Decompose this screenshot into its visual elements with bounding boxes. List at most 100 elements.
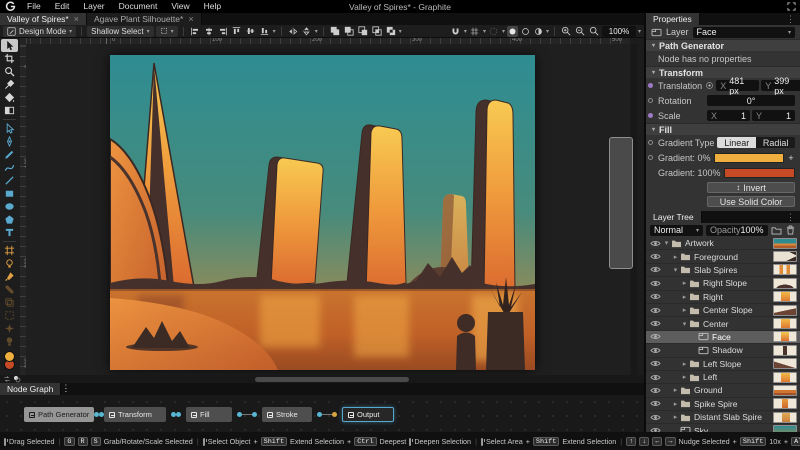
layer-row-face[interactable]: Face: [646, 330, 800, 345]
layer-row-left[interactable]: ▸ Left: [646, 370, 800, 385]
use-solid-color-button[interactable]: Use Solid Color: [707, 196, 795, 207]
menu-file[interactable]: File: [20, 0, 48, 13]
align-left-icon[interactable]: [189, 26, 201, 37]
boolean-intersect-icon[interactable]: [371, 26, 383, 37]
document-tab[interactable]: Valley of Spires* ×: [0, 13, 87, 25]
rotation-field[interactable]: 0°: [707, 95, 795, 106]
tab-node-graph[interactable]: Node Graph: [0, 383, 62, 395]
patch-tool[interactable]: [1, 309, 18, 322]
visibility-eye-icon[interactable]: [650, 306, 662, 315]
visibility-eye-icon[interactable]: [650, 265, 662, 274]
align-middle-icon[interactable]: [245, 26, 257, 37]
tab-close-icon[interactable]: ×: [188, 14, 193, 24]
opacity-field[interactable]: Opacity 100%: [705, 224, 768, 236]
snapping-dropdown-chevron[interactable]: ▾: [464, 28, 467, 35]
view-mode-outline-icon[interactable]: [520, 26, 531, 37]
working-fill-color[interactable]: [4, 351, 15, 362]
node-stroke[interactable]: Stroke: [262, 407, 312, 422]
imaginate-tool[interactable]: [1, 257, 18, 270]
delete-layer-icon[interactable]: [785, 225, 796, 236]
document-tab[interactable]: Agave Plant Silhouette* ×: [87, 13, 202, 25]
tab-properties[interactable]: Properties: [646, 13, 700, 25]
overlays-dropdown-chevron[interactable]: ▾: [502, 28, 505, 35]
flip-horizontal-icon[interactable]: [287, 26, 299, 37]
new-folder-icon[interactable]: [771, 225, 782, 236]
gradient-stop-0-socket[interactable]: [648, 155, 653, 160]
swap-working-colors-icon[interactable]: [3, 375, 11, 383]
menu-view[interactable]: View: [164, 0, 196, 13]
view-mode-normal-icon[interactable]: [506, 25, 518, 37]
expand-arrow-icon[interactable]: ▸: [680, 306, 689, 314]
view-mode-pixels-icon[interactable]: [533, 26, 544, 37]
input-port[interactable]: [252, 412, 257, 417]
align-dropdown-chevron[interactable]: ▾: [273, 28, 276, 35]
visibility-eye-icon[interactable]: [650, 319, 662, 328]
visibility-eye-icon[interactable]: [650, 279, 662, 288]
design-mode-dropdown[interactable]: Design Mode ▾: [3, 25, 77, 37]
visibility-eye-icon[interactable]: [650, 239, 662, 248]
section-fill[interactable]: ▾ Fill: [646, 123, 800, 135]
flip-vertical-icon[interactable]: [301, 26, 313, 37]
boolean-subtract-front-icon[interactable]: [343, 26, 355, 37]
relight-tool[interactable]: [1, 335, 18, 348]
grid-dropdown-chevron[interactable]: ▾: [483, 28, 486, 35]
freehand-tool[interactable]: [1, 148, 18, 161]
expand-arrow-icon[interactable]: ▸: [680, 360, 689, 368]
node-output[interactable]: Output: [342, 407, 394, 422]
visibility-eye-icon[interactable]: [650, 292, 662, 301]
rotation-socket[interactable]: [648, 98, 653, 103]
zoom-reset-icon[interactable]: [588, 26, 600, 37]
zoom-dropdown-chevron[interactable]: ▾: [638, 28, 641, 35]
expand-arrow-icon[interactable]: ▸: [671, 386, 680, 394]
expand-arrow-icon[interactable]: ▸: [680, 279, 689, 287]
rectangle-tool[interactable]: [1, 187, 18, 200]
line-tool[interactable]: [1, 174, 18, 187]
clone-tool[interactable]: [1, 296, 18, 309]
visibility-eye-icon[interactable]: [650, 359, 662, 368]
layer-row-left-slope[interactable]: ▸ Left Slope: [646, 357, 800, 371]
menu-layer[interactable]: Layer: [76, 0, 111, 13]
path-tool[interactable]: [1, 122, 18, 135]
layer-row-shadow[interactable]: Shadow: [646, 344, 800, 358]
node-path-generator[interactable]: Path Generator: [24, 407, 94, 422]
view-mode-dropdown-chevron[interactable]: ▾: [546, 28, 549, 35]
polygon-tool[interactable]: [1, 213, 18, 226]
brush-tool[interactable]: [1, 270, 18, 283]
scale-x-field[interactable]: X1: [707, 110, 750, 121]
gradient-type-socket[interactable]: [648, 140, 653, 145]
right-slab-spire-layer[interactable]: [470, 99, 516, 292]
menu-edit[interactable]: Edit: [48, 0, 77, 13]
boolean-difference-icon[interactable]: [385, 26, 397, 37]
navigate-tool[interactable]: [1, 65, 18, 78]
layer-row-foreground[interactable]: ▸ Foreground: [646, 250, 800, 264]
node-transform[interactable]: Transform: [104, 407, 166, 422]
tab-close-icon[interactable]: ×: [74, 14, 79, 24]
visibility-eye-icon[interactable]: [650, 413, 662, 422]
layer-row-artwork[interactable]: ▾ Artwork: [646, 237, 800, 251]
pivot-icon[interactable]: [705, 81, 714, 90]
selection-options-dropdown[interactable]: ▾: [155, 25, 178, 37]
align-bottom-icon[interactable]: [259, 26, 271, 37]
input-port[interactable]: [332, 412, 337, 417]
canvas-viewport[interactable]: [26, 44, 630, 375]
expand-arrow-icon[interactable]: ▸: [680, 293, 689, 301]
selection-mode-dropdown[interactable]: Shallow Select ▾: [87, 25, 154, 37]
foreground-figure[interactable]: [456, 314, 476, 370]
add-gradient-stop-button[interactable]: +: [787, 153, 795, 163]
visibility-eye-icon[interactable]: [650, 332, 662, 341]
expand-arrow-icon[interactable]: ▸: [671, 253, 680, 261]
heal-tool[interactable]: [1, 283, 18, 296]
layer-row-right-slope[interactable]: ▸ Right Slope: [646, 277, 800, 291]
text-tool[interactable]: [1, 226, 18, 239]
invert-gradient-button[interactable]: ↕ Invert: [707, 182, 795, 193]
node-graph-options-icon[interactable]: ⋮: [61, 383, 70, 395]
properties-options-icon[interactable]: ⋮: [781, 13, 800, 25]
layer-row-distant-slab-spire[interactable]: ▸ Distant Slab Spire: [646, 411, 800, 425]
gradient-radial-button[interactable]: Radial: [756, 137, 795, 148]
layer-name-field[interactable]: Face ▾: [692, 26, 795, 38]
select-tool[interactable]: [1, 39, 18, 52]
fullscreen-icon[interactable]: [787, 2, 796, 11]
artboard-valley-of-spires[interactable]: [110, 55, 535, 370]
layer-row-ground[interactable]: ▸ Ground: [646, 384, 800, 398]
menu-help[interactable]: Help: [197, 0, 228, 13]
